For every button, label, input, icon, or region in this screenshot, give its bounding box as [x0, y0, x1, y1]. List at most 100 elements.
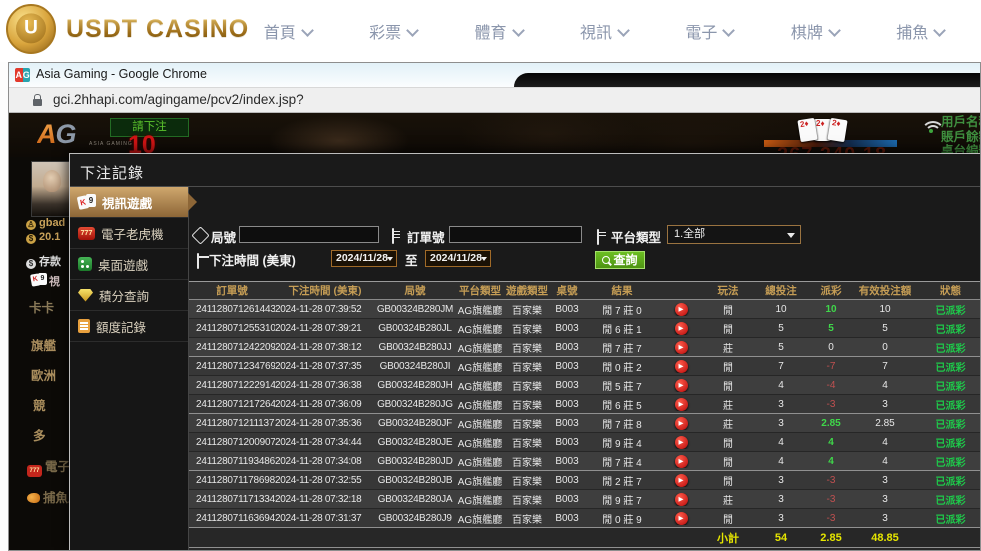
replay-play-button[interactable]: ▶	[675, 417, 688, 430]
replay-play-button[interactable]: ▶	[675, 474, 688, 487]
sidebar-item-2[interactable]: 桌面遊戲	[70, 249, 188, 280]
order-input[interactable]	[449, 226, 582, 243]
sidebar-item-3[interactable]: 積分查詢	[70, 280, 188, 311]
cell-payout: 5	[809, 323, 853, 334]
subtotal-valid: 48.85	[853, 532, 917, 544]
search-button[interactable]: 查詢	[595, 251, 645, 269]
bg-menu-jing[interactable]: 競	[33, 395, 46, 414]
deposit-label: 存款	[39, 256, 61, 268]
table-row: 2411280712172642024-11-28 07:36:09GB0032…	[189, 395, 980, 414]
cell-time: 2024-11-28 07:32:18	[275, 494, 375, 505]
replay-play-button[interactable]: ▶	[675, 398, 688, 411]
replay-play-button[interactable]: ▶	[675, 455, 688, 468]
cell-status: 已派彩	[917, 378, 980, 393]
cell-payout: -7	[809, 361, 853, 372]
column-header: 局號	[375, 283, 455, 298]
replay-play-button[interactable]: ▶	[675, 379, 688, 392]
coin-logo-icon: U	[6, 4, 56, 54]
sidebar-item-0[interactable]: K9視訊遊戲	[70, 187, 188, 218]
sidebar-item-1[interactable]: 777電子老虎機	[70, 218, 188, 249]
cell-payout: -3	[809, 494, 853, 505]
cell-round: GB00324B280JE	[375, 437, 455, 448]
cell-table-no: B003	[549, 380, 585, 391]
column-header: 總投注	[753, 283, 809, 298]
account-label: 用戶名稱	[941, 115, 980, 130]
replay-play-button[interactable]: ▶	[675, 512, 688, 525]
cell-valid: 4	[853, 380, 917, 391]
table-row: 2411280712422092024-11-28 07:38:12GB0032…	[189, 338, 980, 357]
table-row: 2411280712553102024-11-28 07:39:21GB0032…	[189, 319, 980, 338]
cell-replay: ▶	[659, 474, 703, 487]
cell-round: GB00324B280J9	[375, 513, 455, 524]
nav-item-3[interactable]: 視訊	[580, 19, 628, 43]
replay-play-button[interactable]: ▶	[675, 303, 688, 316]
cell-game: 百家樂	[505, 473, 549, 488]
cell-table-no: B003	[549, 475, 585, 486]
nav-item-1[interactable]: 彩票	[369, 19, 417, 43]
table-row: 2411280711934862024-11-28 07:34:08GB0032…	[189, 452, 980, 471]
cell-play: 閒	[703, 473, 753, 488]
cell-bet: 3	[753, 513, 809, 524]
site-header: U USDT CASINO 首頁 彩票 體育 視訊 電子 棋牌 捕魚	[0, 0, 981, 62]
video-tab[interactable]: K9視	[31, 273, 60, 289]
replay-play-button[interactable]: ▶	[675, 436, 688, 449]
cell-round: GB00324B280JB	[375, 475, 455, 486]
main-nav: 首頁 彩票 體育 視訊 電子 棋牌 捕魚	[235, 0, 973, 62]
replay-play-button[interactable]: ▶	[675, 493, 688, 506]
cell-time: 2024-11-28 07:37:35	[275, 361, 375, 372]
bg-menu-flagship[interactable]: 旗艦	[31, 335, 56, 354]
replay-play-button[interactable]: ▶	[675, 322, 688, 335]
cell-play: 莊	[703, 397, 753, 412]
cell-replay: ▶	[659, 379, 703, 392]
cell-order: 241128071261443	[189, 304, 275, 315]
column-header: 下注時間 (美東)	[275, 283, 375, 298]
cell-game: 百家樂	[505, 435, 549, 450]
cell-status: 已派彩	[917, 435, 980, 450]
cell-table-no: B003	[549, 361, 585, 372]
cell-result: 閒 6 莊 1	[585, 321, 659, 336]
nav-item-0[interactable]: 首頁	[264, 19, 312, 43]
replay-play-button[interactable]: ▶	[675, 360, 688, 373]
bg-menu-kaka[interactable]: 卡卡	[29, 297, 54, 316]
column-header: 狀態	[917, 283, 980, 298]
nav-item-4[interactable]: 電子	[685, 19, 733, 43]
nav-item-2[interactable]: 體育	[475, 19, 523, 43]
round-input[interactable]	[239, 226, 379, 243]
date-to-select[interactable]: 2024/11/28	[425, 250, 491, 267]
user-balance-text: 20.1	[39, 231, 60, 243]
modal-title: 下注記錄	[80, 162, 144, 183]
cell-platform: AG旗艦廳	[455, 435, 505, 450]
cell-platform: AG旗艦廳	[455, 321, 505, 336]
cell-status: 已派彩	[917, 492, 980, 507]
window-titlebar[interactable]: AG Asia Gaming - Google Chrome	[9, 63, 980, 87]
cell-round: GB00324B280JM	[375, 304, 455, 315]
cell-order: 241128071163694	[189, 513, 275, 524]
cell-status: 已派彩	[917, 473, 980, 488]
fish-icon	[27, 493, 40, 503]
nav-item-6[interactable]: 捕魚	[896, 19, 944, 43]
cell-valid: 3	[853, 513, 917, 524]
url-bar[interactable]: gci.2hhapi.com/agingame/pcv2/index.jsp?	[9, 87, 980, 113]
cell-round: GB00324B280JI	[375, 361, 455, 372]
dealt-cards: 2♦2♦2♦	[801, 119, 846, 141]
sidebar-item-label: 額度記錄	[96, 317, 146, 336]
account-label: 賬戶餘額	[941, 130, 980, 145]
slot-777-icon: 777	[27, 465, 42, 477]
platform-list-icon	[597, 229, 599, 245]
replay-play-button[interactable]: ▶	[675, 341, 688, 354]
brand-logo[interactable]: U USDT CASINO	[6, 4, 249, 54]
deposit-button[interactable]: $存款	[26, 253, 61, 269]
nav-item-5[interactable]: 棋牌	[791, 19, 839, 43]
cell-play: 閒	[703, 511, 753, 526]
sidebar-item-4[interactable]: 額度記錄	[70, 311, 188, 342]
platform-select[interactable]: 1.全部	[667, 225, 801, 244]
bg-menu-europe[interactable]: 歐洲	[31, 365, 56, 384]
round-filter-label: 局號	[211, 227, 236, 246]
cell-replay: ▶	[659, 512, 703, 525]
bg-menu-multi[interactable]: 多	[33, 425, 46, 444]
cell-play: 閒	[703, 378, 753, 393]
cell-payout: 4	[809, 456, 853, 467]
date-from-select[interactable]: 2024/11/28	[331, 250, 397, 267]
moneybag-icon: $	[26, 234, 36, 244]
cell-table-no: B003	[549, 513, 585, 524]
